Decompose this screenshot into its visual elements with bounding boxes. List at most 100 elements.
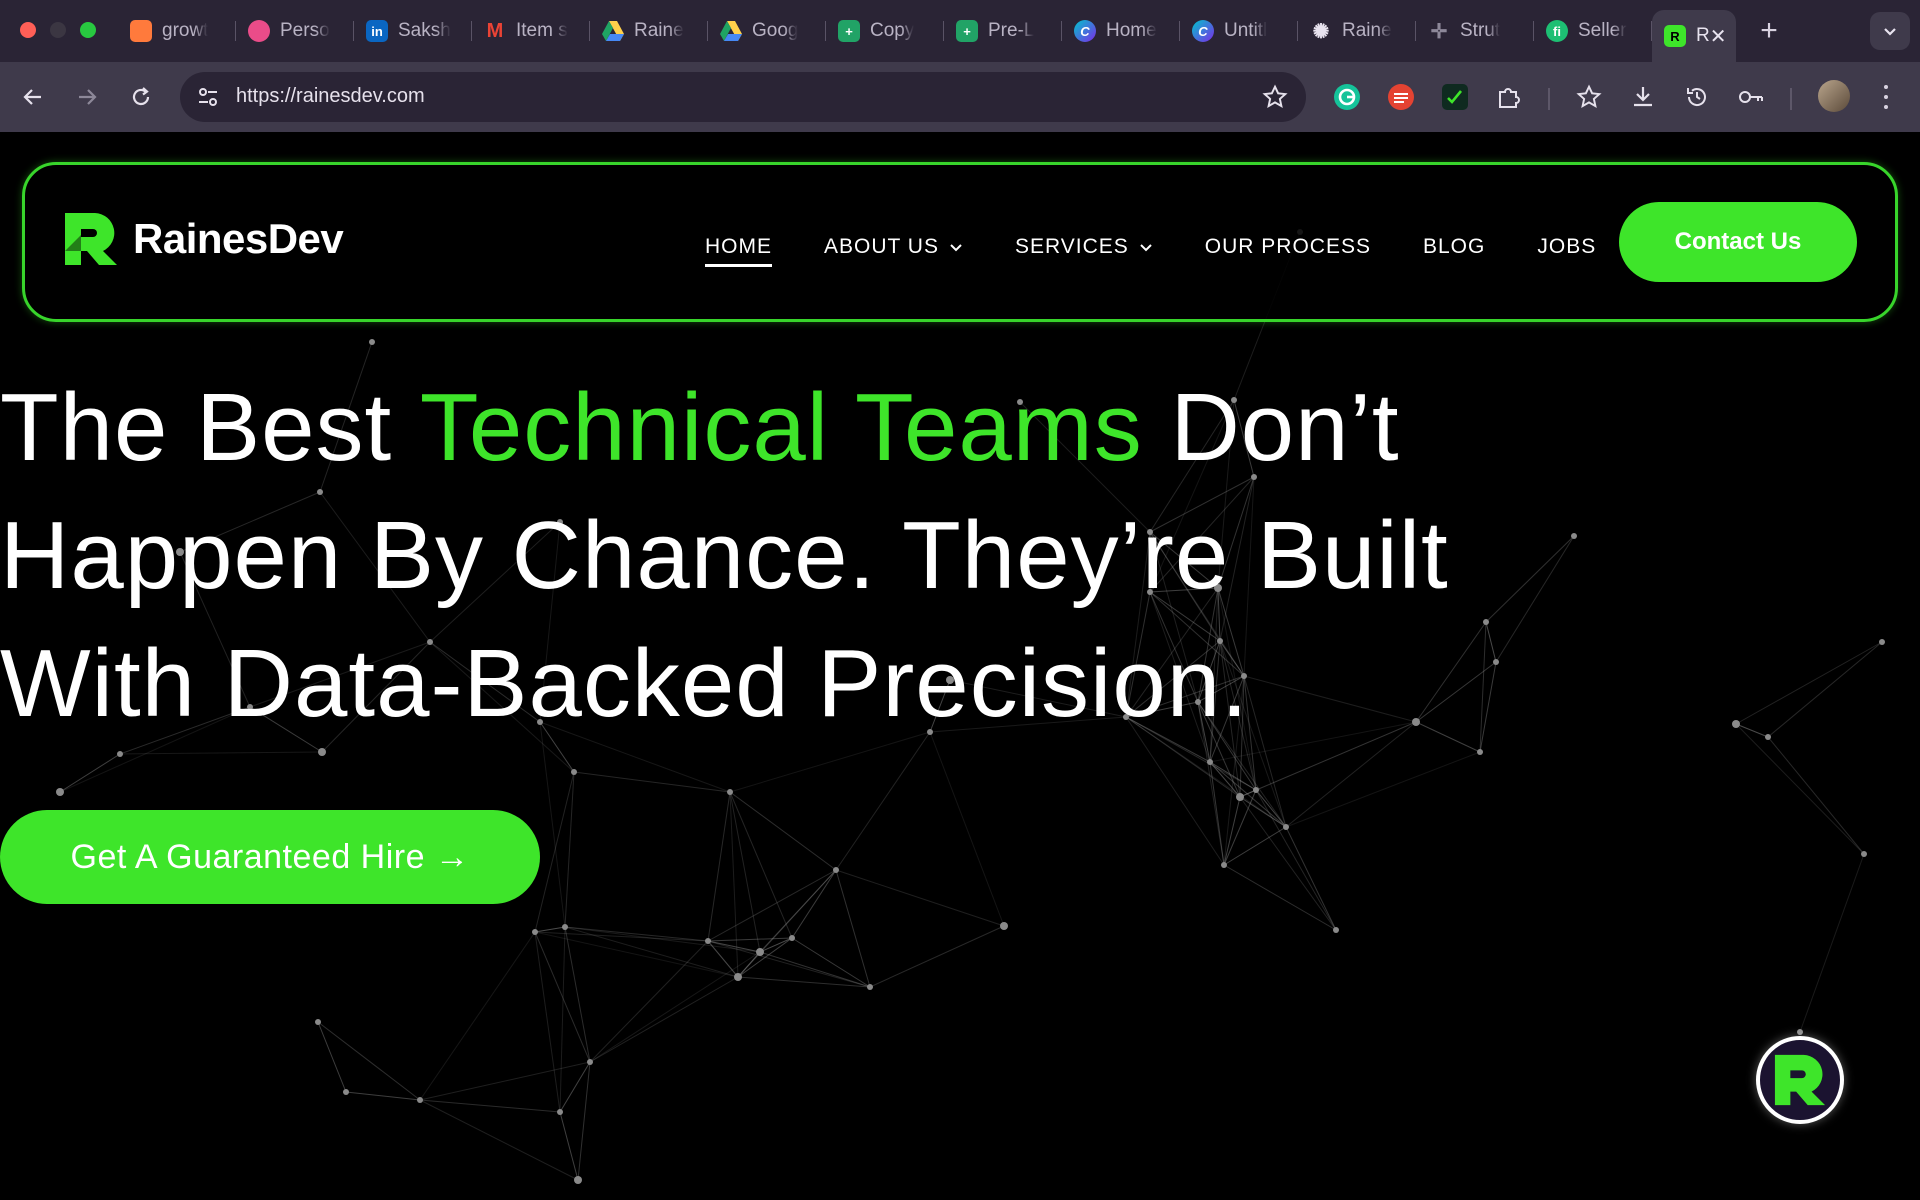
network-node [756, 948, 764, 956]
tab-label: R [1696, 25, 1710, 46]
nav-services[interactable]: SERVICES [1015, 235, 1153, 259]
tab-label: Pre-L [988, 20, 1035, 41]
network-link [564, 926, 761, 953]
nav-about-us[interactable]: ABOUT US [824, 235, 963, 259]
network-link [729, 791, 761, 953]
tab-7[interactable]: + Pre-L [944, 10, 1062, 52]
toolbar-divider [1548, 88, 1550, 110]
network-node [1571, 533, 1577, 539]
network-node [833, 867, 839, 873]
network-link [559, 1111, 579, 1181]
network-link [573, 771, 731, 793]
back-button[interactable] [16, 80, 50, 114]
webpage: RainesDev HOME ABOUT US SERVICES OUR PRO… [0, 132, 1920, 1200]
tab-12[interactable]: fi Seller [1534, 10, 1652, 52]
network-link [534, 926, 566, 933]
network-link [1735, 723, 1865, 855]
network-link [1799, 853, 1865, 1033]
network-node [318, 748, 326, 756]
arrow-left-icon [23, 89, 41, 105]
tab-label: Perso [280, 20, 330, 41]
tab-6[interactable]: + Copy [826, 10, 944, 52]
network-node [56, 788, 64, 796]
download-icon[interactable] [1628, 82, 1658, 112]
network-node [343, 1089, 349, 1095]
tab-11[interactable]: ✛ Strut [1416, 10, 1534, 52]
nav-jobs[interactable]: JOBS [1537, 235, 1596, 259]
tab-4[interactable]: Raine [590, 10, 708, 52]
network-link [707, 937, 793, 942]
tab-1[interactable]: Perso [236, 10, 354, 52]
rainesdev-logo-icon [65, 213, 117, 265]
nav-blog[interactable]: BLOG [1423, 235, 1485, 259]
network-link [1255, 789, 1337, 931]
checkmark-extension-icon[interactable] [1440, 82, 1470, 112]
site-logo[interactable]: RainesDev [63, 211, 344, 267]
network-node [1732, 720, 1740, 728]
tab-3[interactable]: M Item s [472, 10, 590, 52]
network-link [1223, 864, 1337, 931]
canva-icon: C [1074, 20, 1096, 42]
tab-2[interactable]: in Saksh [354, 10, 472, 52]
network-link [589, 940, 709, 1063]
window-close-button[interactable] [20, 22, 36, 38]
tab-label: Untitl [1224, 20, 1268, 41]
network-node [1797, 1029, 1803, 1035]
chevron-down-icon [1140, 244, 1152, 252]
forward-button[interactable] [70, 80, 104, 114]
close-tab-icon[interactable]: ✕ [1710, 24, 1727, 49]
browser-menu-icon[interactable] [1876, 82, 1896, 112]
network-link [564, 771, 575, 928]
tab-9[interactable]: C Untitl [1180, 10, 1298, 52]
tab-label: Item s [516, 20, 568, 41]
tab-label: Saksh [398, 20, 451, 41]
network-link [835, 869, 871, 988]
site-settings-icon[interactable] [194, 83, 222, 111]
tab-active[interactable]: R R ✕ [1652, 10, 1736, 62]
network-link [119, 751, 323, 755]
chat-widget-button[interactable] [1756, 1036, 1844, 1124]
new-tab-button[interactable]: + [1752, 14, 1786, 48]
nav-home[interactable]: HOME [705, 235, 772, 267]
chevron-down-icon [950, 244, 962, 252]
network-node [1333, 927, 1339, 933]
todoist-icon[interactable] [1386, 82, 1416, 112]
tab-label: Home [1106, 20, 1157, 41]
dribbble-icon [248, 20, 270, 42]
tab-5[interactable]: Goog [708, 10, 826, 52]
network-node [1236, 793, 1244, 801]
nav-our-process[interactable]: OUR PROCESS [1205, 235, 1371, 259]
guaranteed-hire-button[interactable]: Get A Guaranteed Hire → [0, 810, 540, 904]
tab-8[interactable]: C Home [1062, 10, 1180, 52]
password-key-icon[interactable] [1736, 82, 1766, 112]
tab-0[interactable]: growt [118, 10, 236, 52]
hero-line-1: The Best Technical Teams Don’t [0, 364, 1500, 492]
network-link [1223, 826, 1287, 866]
grammarly-icon[interactable] [1332, 82, 1362, 112]
window-minimize-button[interactable] [50, 22, 66, 38]
main-menu: HOME ABOUT US SERVICES OUR PROCESS BLOG … [705, 227, 1648, 267]
hero-line-3: With Data-Backed Precision. [0, 630, 1249, 737]
rainesdev-favicon-icon: R [1664, 25, 1686, 47]
contact-us-button[interactable]: Contact Us [1619, 202, 1857, 282]
chatgpt-icon: ✺ [1312, 20, 1330, 43]
tab-10[interactable]: ✺ Raine [1298, 10, 1416, 52]
network-link [1495, 535, 1575, 663]
extensions-puzzle-icon[interactable] [1494, 82, 1524, 112]
network-link [1767, 641, 1883, 738]
browser-toolbar: https://rainesdev.com [0, 62, 1920, 132]
linkedin-icon: in [366, 20, 388, 42]
tab-search-button[interactable] [1870, 12, 1910, 50]
history-icon[interactable] [1682, 82, 1712, 112]
profile-avatar[interactable] [1818, 80, 1850, 112]
address-bar[interactable]: https://rainesdev.com [180, 72, 1306, 122]
network-link [835, 731, 931, 871]
bookmarks-icon[interactable] [1574, 82, 1604, 112]
network-node [417, 1097, 423, 1103]
bookmark-star-icon[interactable] [1262, 84, 1288, 115]
reload-button[interactable] [124, 80, 158, 114]
window-maximize-button[interactable] [80, 22, 96, 38]
network-link [1223, 789, 1257, 866]
network-link [1239, 796, 1337, 931]
network-node [315, 1019, 321, 1025]
